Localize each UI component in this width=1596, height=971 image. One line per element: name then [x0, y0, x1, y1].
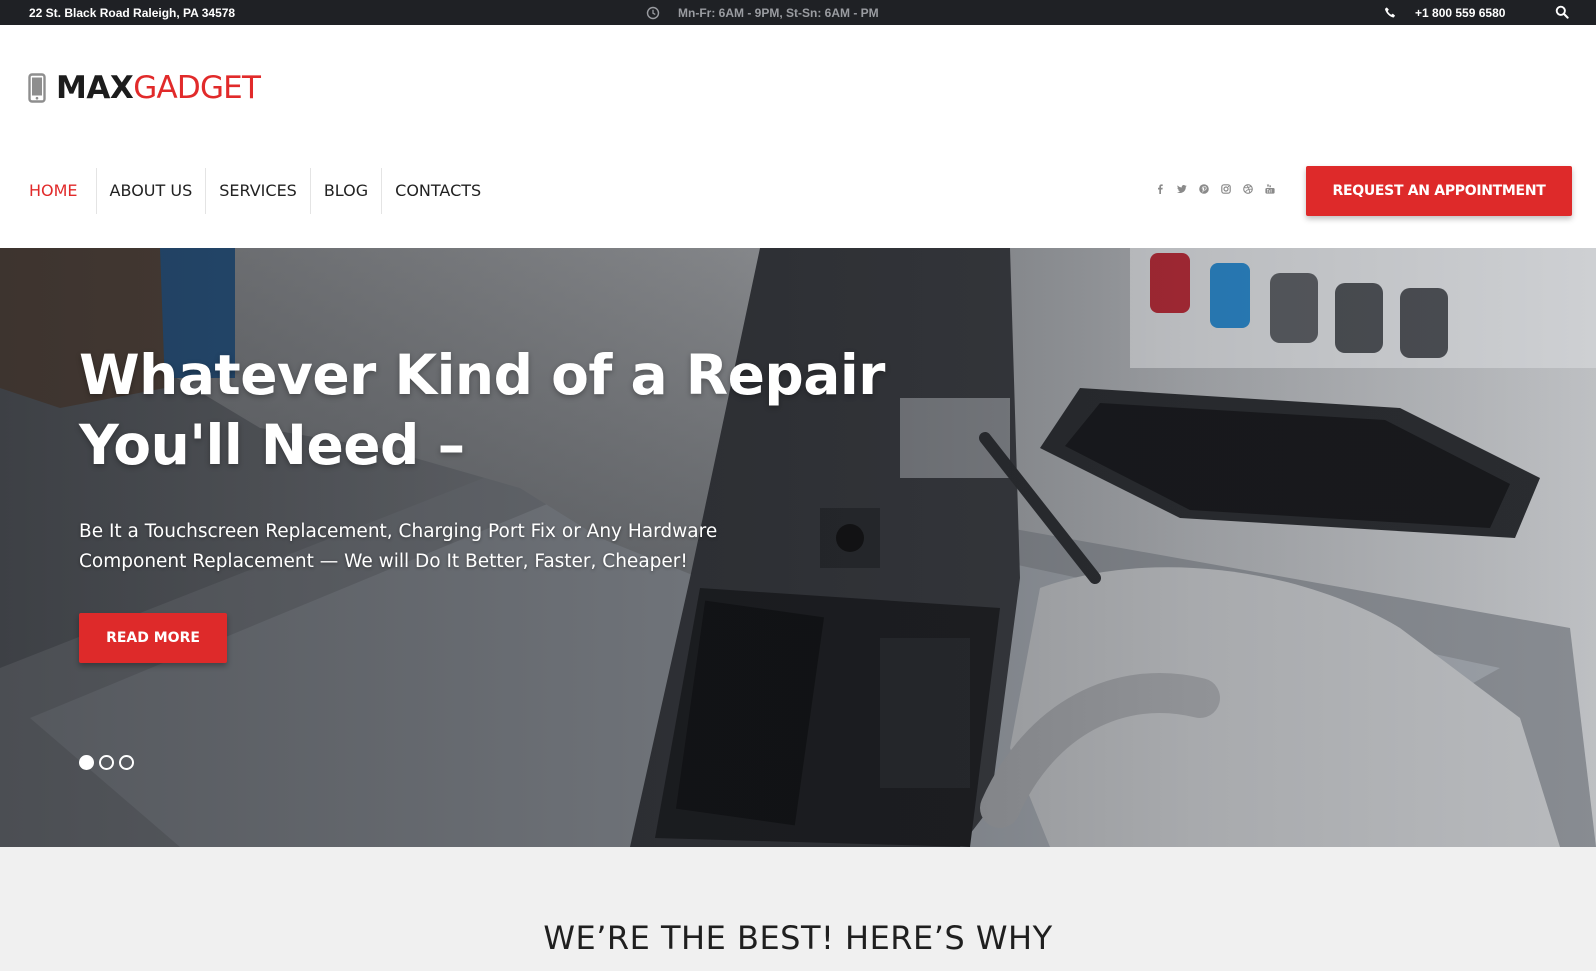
phone-icon — [1384, 7, 1396, 18]
clock-icon — [646, 6, 660, 19]
mobile-device-icon — [28, 73, 46, 103]
hours-info: Mn-Fr: 6AM - 9PM, St-Sn: 6AM - PM — [646, 6, 879, 20]
facebook-icon[interactable] — [1155, 184, 1165, 194]
twitter-icon[interactable] — [1177, 184, 1187, 194]
nav-item-about-us[interactable]: ABOUT US — [95, 168, 206, 214]
slider-dot-2[interactable] — [99, 755, 114, 770]
youtube-icon[interactable] — [1265, 184, 1275, 194]
logo-text-light: GADGET — [133, 70, 261, 106]
nav-item-home[interactable]: HOME — [29, 168, 96, 214]
phone-info[interactable]: +1 800 559 6580 — [1384, 6, 1505, 20]
main-nav: HOME ABOUT US SERVICES BLOG CONTACTS — [29, 168, 494, 214]
hero-subtitle: Be It a Touchscreen Replacement, Chargin… — [79, 521, 718, 572]
nav-item-blog[interactable]: BLOG — [309, 168, 381, 214]
hero-title: Whatever Kind of a Repair You'll Need – — [79, 340, 979, 480]
read-more-button[interactable]: READ MORE — [79, 613, 227, 663]
slider-dot-1[interactable] — [79, 755, 94, 770]
hero-title-line-2: You'll Need – — [79, 413, 465, 477]
hours-text: Mn-Fr: 6AM - 9PM, St-Sn: 6AM - PM — [678, 6, 879, 20]
hero-slider: Whatever Kind of a Repair You'll Need – B… — [0, 248, 1596, 847]
request-appointment-button[interactable]: REQUEST AN APPOINTMENT — [1306, 166, 1572, 216]
nav-item-contacts[interactable]: CONTACTS — [381, 168, 494, 214]
slider-dot-3[interactable] — [119, 755, 134, 770]
why-section: WE’RE THE BEST! HERE’S WHY — [0, 847, 1596, 971]
dribbble-icon[interactable] — [1243, 184, 1253, 194]
social-links — [1155, 184, 1287, 194]
hero-title-line-1: Whatever Kind of a Repair — [79, 343, 885, 407]
top-bar: 22 St. Black Road Raleigh, PA 34578 Mn-F… — [0, 0, 1596, 25]
search-icon[interactable] — [1555, 5, 1569, 19]
section-title: WE’RE THE BEST! HERE’S WHY — [543, 919, 1053, 957]
instagram-icon[interactable] — [1221, 184, 1231, 194]
phone-number[interactable]: +1 800 559 6580 — [1415, 6, 1505, 20]
logo-text-bold: MAX — [56, 70, 134, 106]
slider-pagination — [79, 755, 139, 770]
pinterest-icon[interactable] — [1199, 184, 1209, 194]
nav-item-services[interactable]: SERVICES — [205, 168, 310, 214]
site-logo[interactable]: MAX GADGET — [28, 70, 261, 106]
address-text: 22 St. Black Road Raleigh, PA 34578 — [29, 6, 236, 20]
